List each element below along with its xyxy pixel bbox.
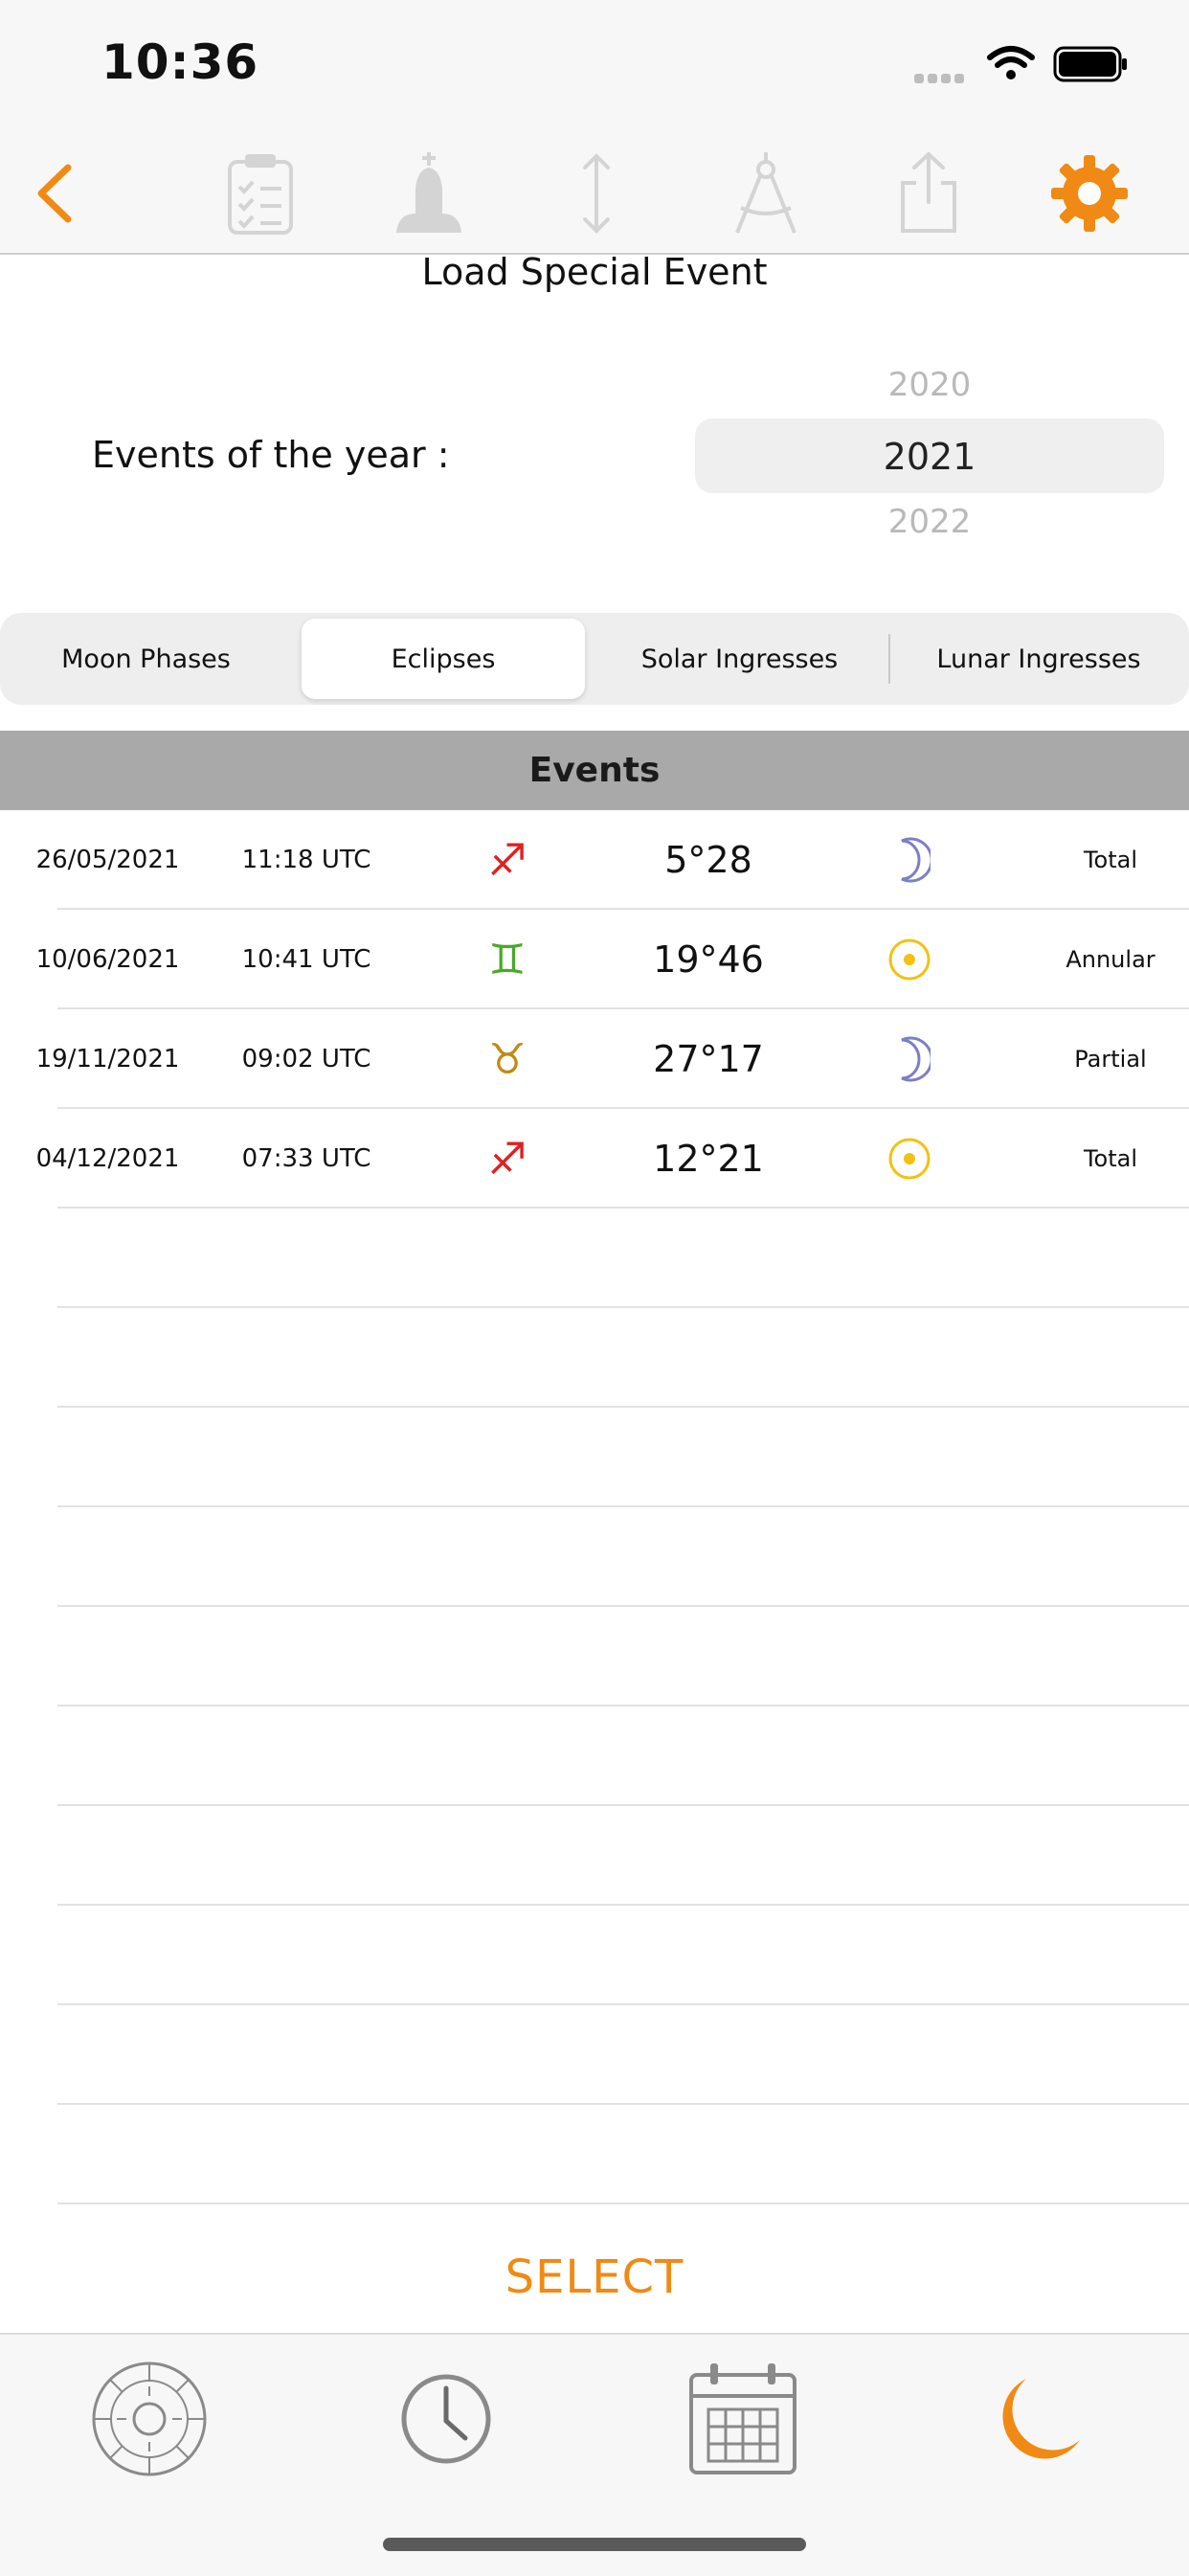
moon-icon <box>862 1009 957 1109</box>
tab-moon-phases[interactable]: Moon Phases <box>0 613 292 705</box>
sagittarius-icon: ♐ <box>487 834 527 886</box>
wifi-icon <box>987 46 1035 79</box>
clock-icon[interactable] <box>379 2352 513 2486</box>
eclipse-kind: Total <box>1083 847 1138 873</box>
empty-row-divider <box>57 1406 1189 1408</box>
status-bar: 10:36 <box>0 0 1189 126</box>
event-date: 10/06/2021 <box>35 945 180 974</box>
tab-solar-ingresses[interactable]: Solar Ingresses <box>594 613 886 705</box>
compass-icon[interactable] <box>718 146 814 241</box>
toolbar <box>0 126 1189 255</box>
empty-row-divider <box>57 2103 1189 2105</box>
gemini-icon: ♊ <box>488 935 527 984</box>
zodiac-wheel-icon[interactable] <box>82 2352 216 2486</box>
empty-row-divider <box>57 2203 1189 2204</box>
year-label: Events of the year : <box>92 434 450 476</box>
event-type-segmented-control: Moon Phases Eclipses Solar Ingresses Lun… <box>0 613 1189 705</box>
event-time: 07:33 UTC <box>241 1144 371 1173</box>
sun-icon <box>862 1109 957 1209</box>
sagittarius-icon: ♐ <box>487 1133 527 1185</box>
eclipse-kind: Annular <box>1066 946 1155 973</box>
table-row[interactable]: 19/11/2021 09:02 UTC ♉ 27°17 Partial <box>0 1009 1189 1109</box>
event-time: 11:18 UTC <box>241 846 371 874</box>
empty-row-divider <box>57 1605 1189 1607</box>
event-degree: 12°21 <box>653 1138 764 1180</box>
calendar-icon[interactable] <box>676 2352 810 2486</box>
empty-row-divider <box>57 2003 1189 2005</box>
empty-row-divider <box>57 1505 1189 1507</box>
year-option-next[interactable]: 2022 <box>695 503 1164 541</box>
status-time: 10:36 <box>101 34 259 90</box>
moon-icon <box>862 810 957 910</box>
empty-row-divider <box>57 1705 1189 1706</box>
year-option-selected[interactable]: 2021 <box>695 436 1164 478</box>
eclipse-kind: Partial <box>1074 1046 1147 1073</box>
event-degree: 5°28 <box>664 839 752 881</box>
event-time: 09:02 UTC <box>241 1045 371 1073</box>
event-degree: 19°46 <box>653 938 764 981</box>
empty-row-divider <box>57 1306 1189 1308</box>
tab-eclipses[interactable]: Eclipses <box>302 619 585 699</box>
gear-icon[interactable] <box>1042 146 1137 241</box>
church-icon[interactable] <box>381 146 477 241</box>
segment-divider <box>888 634 890 684</box>
year-picker[interactable]: 2020 2021 2022 <box>695 354 1164 546</box>
eclipse-kind: Total <box>1083 1145 1138 1172</box>
cellular-signal-icon <box>914 69 968 87</box>
table-row[interactable]: 10/06/2021 10:41 UTC ♊ 19°46 Annular <box>0 910 1189 1009</box>
vertical-arrows-icon[interactable] <box>549 146 644 241</box>
empty-row-divider <box>57 1804 1189 1806</box>
tab-lunar-ingresses[interactable]: Lunar Ingresses <box>892 613 1185 705</box>
table-row[interactable]: 26/05/2021 11:18 UTC ♐ 5°28 Total <box>0 810 1189 910</box>
table-row[interactable]: 04/12/2021 07:33 UTC ♐ 12°21 Total <box>0 1109 1189 1209</box>
taurus-icon: ♉ <box>488 1034 527 1084</box>
sun-icon <box>862 910 957 1009</box>
clipboard-checklist-icon[interactable] <box>213 146 308 241</box>
event-time: 10:41 UTC <box>241 945 371 974</box>
event-date: 26/05/2021 <box>35 846 180 874</box>
page-title: Load Special Event <box>421 251 768 293</box>
share-icon[interactable] <box>881 146 976 241</box>
events-header: Events <box>0 731 1189 810</box>
home-indicator[interactable] <box>383 2538 806 2551</box>
event-degree: 27°17 <box>653 1038 764 1080</box>
back-chevron-icon[interactable] <box>6 146 101 241</box>
battery-icon <box>1053 46 1127 82</box>
row-divider <box>57 1207 1189 1209</box>
year-option-prev[interactable]: 2020 <box>695 366 1164 404</box>
empty-row-divider <box>57 1904 1189 1906</box>
event-date: 04/12/2021 <box>35 1144 180 1173</box>
select-button[interactable]: SELECT <box>0 2250 1189 2304</box>
crescent-moon-icon[interactable] <box>973 2352 1107 2486</box>
event-date: 19/11/2021 <box>35 1045 180 1073</box>
